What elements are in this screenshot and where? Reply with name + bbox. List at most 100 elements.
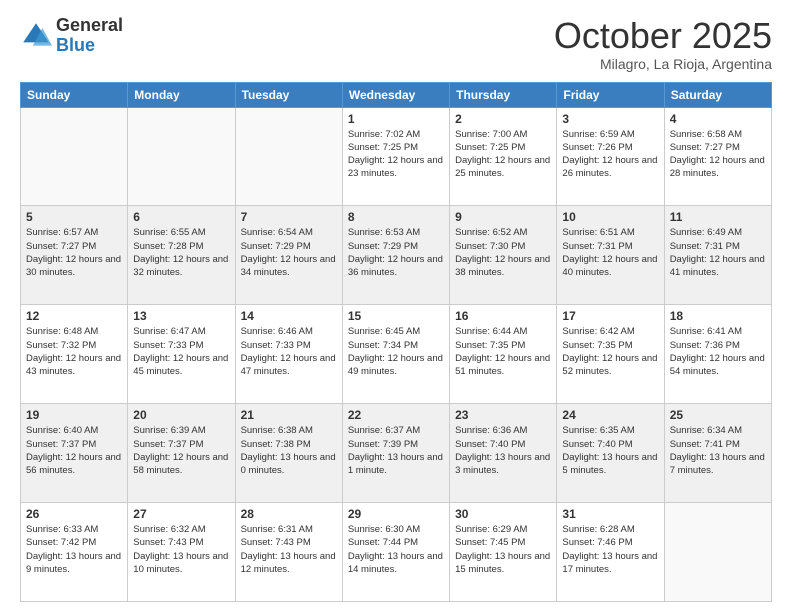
day-number: 4: [670, 112, 766, 126]
day-number: 17: [562, 309, 658, 323]
calendar-table: SundayMondayTuesdayWednesdayThursdayFrid…: [20, 82, 772, 602]
day-number: 5: [26, 210, 122, 224]
page: General Blue October 2025 Milagro, La Ri…: [0, 0, 792, 612]
day-number: 22: [348, 408, 444, 422]
day-number: 31: [562, 507, 658, 521]
day-info: Sunrise: 6:31 AMSunset: 7:43 PMDaylight:…: [241, 523, 337, 576]
day-info: Sunrise: 6:30 AMSunset: 7:44 PMDaylight:…: [348, 523, 444, 576]
calendar-cell: [21, 107, 128, 206]
title-block: October 2025 Milagro, La Rioja, Argentin…: [554, 16, 772, 72]
calendar-header-row: SundayMondayTuesdayWednesdayThursdayFrid…: [21, 82, 772, 107]
day-info: Sunrise: 6:41 AMSunset: 7:36 PMDaylight:…: [670, 325, 766, 378]
calendar-week-row: 26 Sunrise: 6:33 AMSunset: 7:42 PMDayligh…: [21, 503, 772, 602]
calendar-cell: [128, 107, 235, 206]
day-info: Sunrise: 6:36 AMSunset: 7:40 PMDaylight:…: [455, 424, 551, 477]
calendar-cell: 26 Sunrise: 6:33 AMSunset: 7:42 PMDayligh…: [21, 503, 128, 602]
day-info: Sunrise: 6:55 AMSunset: 7:28 PMDaylight:…: [133, 226, 229, 279]
day-info: Sunrise: 6:39 AMSunset: 7:37 PMDaylight:…: [133, 424, 229, 477]
weekday-header: Wednesday: [342, 82, 449, 107]
logo-icon: [20, 20, 52, 52]
weekday-header: Thursday: [450, 82, 557, 107]
day-number: 13: [133, 309, 229, 323]
calendar-cell: [235, 107, 342, 206]
weekday-header: Saturday: [664, 82, 771, 107]
day-number: 26: [26, 507, 122, 521]
day-info: Sunrise: 6:57 AMSunset: 7:27 PMDaylight:…: [26, 226, 122, 279]
calendar-week-row: 19 Sunrise: 6:40 AMSunset: 7:37 PMDayligh…: [21, 404, 772, 503]
calendar-week-row: 5 Sunrise: 6:57 AMSunset: 7:27 PMDaylight…: [21, 206, 772, 305]
calendar-cell: 7Sunrise: 6:54 AMSunset: 7:29 PMDaylight…: [235, 206, 342, 305]
day-info: Sunrise: 6:34 AMSunset: 7:41 PMDaylight:…: [670, 424, 766, 477]
day-number: 28: [241, 507, 337, 521]
calendar-cell: 27 Sunrise: 6:32 AMSunset: 7:43 PMDayligh…: [128, 503, 235, 602]
calendar-cell: 18 Sunrise: 6:41 AMSunset: 7:36 PMDayligh…: [664, 305, 771, 404]
calendar-cell: 12 Sunrise: 6:48 AMSunset: 7:32 PMDayligh…: [21, 305, 128, 404]
day-number: 6: [133, 210, 229, 224]
day-info: Sunrise: 6:35 AMSunset: 7:40 PMDaylight:…: [562, 424, 658, 477]
calendar-cell: 20 Sunrise: 6:39 AMSunset: 7:37 PMDayligh…: [128, 404, 235, 503]
day-info: Sunrise: 6:38 AMSunset: 7:38 PMDaylight:…: [241, 424, 337, 477]
day-info: Sunrise: 7:02 AMSunset: 7:25 PMDaylight:…: [348, 128, 444, 181]
logo-text: General Blue: [56, 16, 123, 56]
calendar-cell: 9Sunrise: 6:52 AMSunset: 7:30 PMDaylight…: [450, 206, 557, 305]
weekday-header: Friday: [557, 82, 664, 107]
day-number: 20: [133, 408, 229, 422]
day-info: Sunrise: 6:52 AMSunset: 7:30 PMDaylight:…: [455, 226, 551, 279]
calendar-cell: 28 Sunrise: 6:31 AMSunset: 7:43 PMDayligh…: [235, 503, 342, 602]
day-info: Sunrise: 6:32 AMSunset: 7:43 PMDaylight:…: [133, 523, 229, 576]
header: General Blue October 2025 Milagro, La Ri…: [20, 16, 772, 72]
day-info: Sunrise: 6:44 AMSunset: 7:35 PMDaylight:…: [455, 325, 551, 378]
logo-general: General: [56, 16, 123, 36]
day-info: Sunrise: 6:51 AMSunset: 7:31 PMDaylight:…: [562, 226, 658, 279]
day-number: 21: [241, 408, 337, 422]
day-info: Sunrise: 6:37 AMSunset: 7:39 PMDaylight:…: [348, 424, 444, 477]
calendar-cell: 6 Sunrise: 6:55 AMSunset: 7:28 PMDaylight…: [128, 206, 235, 305]
calendar-cell: 15 Sunrise: 6:45 AMSunset: 7:34 PMDayligh…: [342, 305, 449, 404]
day-number: 12: [26, 309, 122, 323]
subtitle: Milagro, La Rioja, Argentina: [554, 56, 772, 72]
month-title: October 2025: [554, 16, 772, 56]
calendar-week-row: 12 Sunrise: 6:48 AMSunset: 7:32 PMDayligh…: [21, 305, 772, 404]
calendar-cell: 17 Sunrise: 6:42 AMSunset: 7:35 PMDayligh…: [557, 305, 664, 404]
day-info: Sunrise: 6:40 AMSunset: 7:37 PMDaylight:…: [26, 424, 122, 477]
logo-blue: Blue: [56, 36, 123, 56]
calendar-cell: 14Sunrise: 6:46 AMSunset: 7:33 PMDayligh…: [235, 305, 342, 404]
weekday-header: Tuesday: [235, 82, 342, 107]
day-number: 19: [26, 408, 122, 422]
day-number: 16: [455, 309, 551, 323]
day-info: Sunrise: 6:28 AMSunset: 7:46 PMDaylight:…: [562, 523, 658, 576]
day-info: Sunrise: 6:45 AMSunset: 7:34 PMDaylight:…: [348, 325, 444, 378]
day-number: 11: [670, 210, 766, 224]
day-number: 1: [348, 112, 444, 126]
day-number: 15: [348, 309, 444, 323]
calendar-cell: 2Sunrise: 7:00 AMSunset: 7:25 PMDaylight…: [450, 107, 557, 206]
day-info: Sunrise: 6:53 AMSunset: 7:29 PMDaylight:…: [348, 226, 444, 279]
calendar-cell: 19 Sunrise: 6:40 AMSunset: 7:37 PMDayligh…: [21, 404, 128, 503]
day-number: 29: [348, 507, 444, 521]
calendar-cell: 5 Sunrise: 6:57 AMSunset: 7:27 PMDaylight…: [21, 206, 128, 305]
day-info: Sunrise: 6:29 AMSunset: 7:45 PMDaylight:…: [455, 523, 551, 576]
day-number: 2: [455, 112, 551, 126]
day-number: 27: [133, 507, 229, 521]
calendar-cell: 29 Sunrise: 6:30 AMSunset: 7:44 PMDayligh…: [342, 503, 449, 602]
day-info: Sunrise: 6:48 AMSunset: 7:32 PMDaylight:…: [26, 325, 122, 378]
logo: General Blue: [20, 16, 123, 56]
calendar-cell: 31 Sunrise: 6:28 AMSunset: 7:46 PMDayligh…: [557, 503, 664, 602]
day-number: 3: [562, 112, 658, 126]
calendar-cell: 16 Sunrise: 6:44 AMSunset: 7:35 PMDayligh…: [450, 305, 557, 404]
calendar-cell: 30Sunrise: 6:29 AMSunset: 7:45 PMDayligh…: [450, 503, 557, 602]
day-number: 8: [348, 210, 444, 224]
calendar-cell: 13Sunrise: 6:47 AMSunset: 7:33 PMDayligh…: [128, 305, 235, 404]
calendar-cell: [664, 503, 771, 602]
day-info: Sunrise: 6:54 AMSunset: 7:29 PMDaylight:…: [241, 226, 337, 279]
calendar-cell: 23 Sunrise: 6:36 AMSunset: 7:40 PMDayligh…: [450, 404, 557, 503]
day-number: 10: [562, 210, 658, 224]
day-info: Sunrise: 6:33 AMSunset: 7:42 PMDaylight:…: [26, 523, 122, 576]
weekday-header: Monday: [128, 82, 235, 107]
calendar-cell: 11Sunrise: 6:49 AMSunset: 7:31 PMDayligh…: [664, 206, 771, 305]
calendar-cell: 24Sunrise: 6:35 AMSunset: 7:40 PMDayligh…: [557, 404, 664, 503]
day-number: 18: [670, 309, 766, 323]
day-info: Sunrise: 6:42 AMSunset: 7:35 PMDaylight:…: [562, 325, 658, 378]
day-info: Sunrise: 6:59 AMSunset: 7:26 PMDaylight:…: [562, 128, 658, 181]
day-number: 23: [455, 408, 551, 422]
